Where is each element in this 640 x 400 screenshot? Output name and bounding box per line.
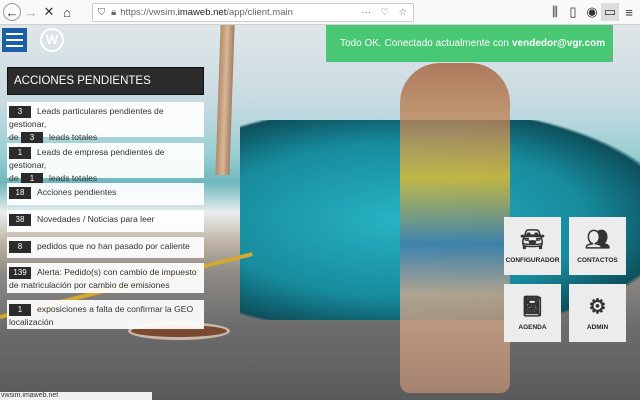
- more-icon[interactable]: ···: [362, 7, 372, 18]
- agenda-tile[interactable]: 📓︎ AGENDA: [504, 284, 561, 342]
- notebook-icon: 📓︎: [519, 295, 546, 318]
- item-prefix: de: [9, 173, 19, 183]
- car-hand-icon: 🚘︎: [519, 228, 546, 251]
- item-text: Leads particulares pendientes de gestion…: [9, 106, 164, 129]
- gears-icon: ⚙: [588, 295, 607, 318]
- extension-icon[interactable]: ▭: [601, 3, 619, 21]
- account-icon[interactable]: ◉: [583, 3, 601, 21]
- list-item[interactable]: 1 Leads de empresa pendientes de gestiona…: [7, 143, 204, 185]
- tile-label: CONTACTOS: [577, 256, 618, 264]
- total-badge: 3: [20, 131, 43, 144]
- url-path: /app/client.main: [226, 7, 293, 18]
- sidebar-icon[interactable]: ▯: [564, 3, 582, 21]
- item-prefix: de: [9, 132, 19, 142]
- people-icon: 👥︎: [584, 228, 611, 251]
- vw-logo: W: [40, 28, 64, 52]
- shield-icon: ⛉: [98, 7, 106, 18]
- panel-title: ACCIONES PENDIENTES: [7, 67, 204, 95]
- count-badge: 8: [9, 240, 31, 253]
- list-item[interactable]: 38 Novedades / Noticias para leer: [7, 210, 204, 232]
- notification-user: vendedor@vgr.com: [512, 38, 606, 49]
- browser-toolbar: ← → ✕ ⌂ ⛉ 🔒︎ https://vwsim. imaweb.net/ap…: [0, 0, 640, 25]
- item-text: Acciones pendientes: [37, 187, 117, 197]
- configurador-tile[interactable]: 🚘︎ CONFIGURADOR: [504, 217, 561, 275]
- url-bar[interactable]: ⛉ 🔒︎ https://vwsim. imaweb.net/app/client…: [92, 3, 414, 22]
- url-host: imaweb.net: [177, 7, 227, 18]
- count-badge: 38: [9, 213, 31, 226]
- scroll-down-icon[interactable]: ▼: [608, 55, 615, 62]
- item-text: pedidos que no han pasado por caliente: [37, 241, 190, 251]
- contactos-tile[interactable]: 👥︎ CONTACTOS: [569, 217, 626, 275]
- count-badge: 18: [9, 186, 31, 199]
- background-person: [400, 63, 510, 393]
- menu-icon[interactable]: ≡: [620, 3, 638, 21]
- count-badge: 139: [9, 266, 31, 279]
- item-text: Alerta: Pedido(s) con cambio de impuesto…: [9, 267, 197, 290]
- pocket-icon[interactable]: ♡: [380, 7, 389, 18]
- count-badge: 1: [9, 303, 31, 316]
- list-item[interactable]: 18 Acciones pendientes: [7, 183, 204, 205]
- notification-scrollbar[interactable]: ▲ ▼: [606, 25, 616, 62]
- item-text: Novedades / Noticias para leer: [37, 214, 155, 224]
- hamburger-menu-button[interactable]: [2, 28, 27, 52]
- notification-toast: Todo OK. Conectado actualmente con vended…: [326, 25, 613, 62]
- background-pole: [215, 25, 235, 175]
- forward-icon[interactable]: →: [22, 3, 40, 21]
- url-prefix: https://vwsim.: [120, 7, 178, 18]
- back-icon[interactable]: ←: [3, 3, 21, 21]
- stop-icon[interactable]: ✕: [40, 3, 58, 21]
- scroll-up-icon[interactable]: ▲: [608, 25, 615, 32]
- item-suffix: leads totales: [48, 132, 98, 142]
- lock-icon: 🔒︎: [111, 7, 117, 18]
- home-icon[interactable]: ⌂: [58, 3, 76, 21]
- item-text: Leads de empresa pendientes de gestionar…: [9, 147, 165, 170]
- tile-label: CONFIGURADOR: [505, 256, 560, 264]
- count-badge: 1: [9, 146, 31, 159]
- tile-label: AGENDA: [518, 323, 547, 331]
- bookmark-star-icon[interactable]: ☆: [398, 7, 407, 18]
- list-item[interactable]: 3 Leads particulares pendientes de gestio…: [7, 102, 204, 144]
- notification-text: Todo OK. Conectado actualmente con: [340, 38, 509, 49]
- item-suffix: leads totales: [48, 173, 98, 183]
- tile-label: ADMIN: [586, 323, 609, 331]
- status-bar: vwsim.imaweb.net: [0, 392, 152, 400]
- admin-tile[interactable]: ⚙ ADMIN: [569, 284, 626, 342]
- library-icon[interactable]: ⫼: [546, 3, 564, 21]
- count-badge: 3: [9, 105, 31, 118]
- list-item[interactable]: 1 exposiciones a falta de confirmar la GE…: [7, 300, 204, 329]
- page: W Todo OK. Conectado actualmente con vend…: [0, 25, 640, 400]
- item-text: exposiciones a falta de confirmar la GEO…: [9, 304, 194, 327]
- list-item[interactable]: 8 pedidos que no han pasado por caliente: [7, 237, 204, 258]
- list-item[interactable]: 139 Alerta: Pedido(s) con cambio de impue…: [7, 263, 204, 293]
